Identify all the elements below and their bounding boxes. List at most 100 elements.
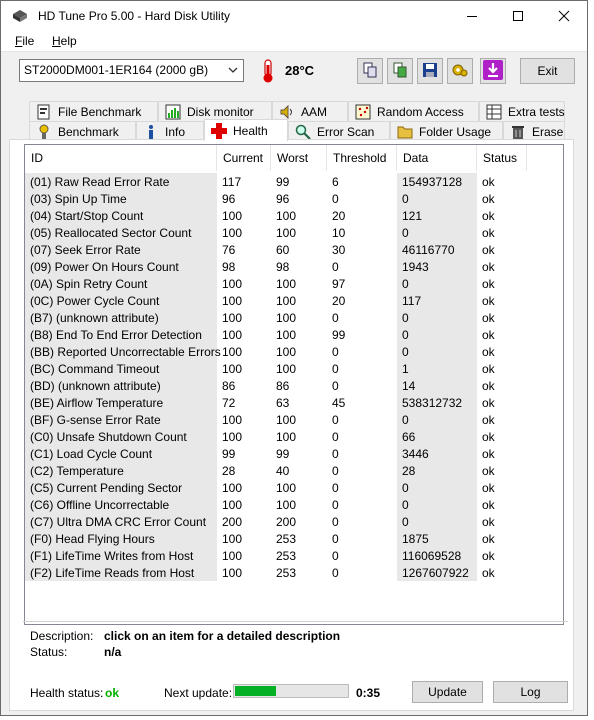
table-cell: 100 — [222, 362, 243, 376]
table-cell: 0 — [332, 192, 339, 206]
options-icon — [451, 62, 469, 81]
table-cell: (B8) End To End Error Detection — [25, 326, 217, 343]
table-row[interactable]: (BB) Reported Uncorrectable Errors 100 100… — [25, 343, 563, 360]
options-button[interactable] — [447, 58, 473, 84]
copy-screenshot-icon — [392, 62, 408, 81]
table-cell: ok — [482, 328, 495, 342]
save-button[interactable] — [417, 58, 443, 84]
table-cell: (F0) Head Flying Hours — [25, 530, 217, 547]
menu-help[interactable]: Help — [52, 34, 77, 48]
tab-erase[interactable]: Erase — [503, 121, 565, 141]
title-bar[interactable]: HD Tune Pro 5.00 - Hard Disk Utility — [1, 1, 587, 31]
exit-button[interactable]: Exit — [520, 58, 575, 84]
tab-label: Benchmark — [58, 124, 119, 139]
tab-health[interactable]: Health — [204, 119, 288, 141]
tab-aam[interactable]: AAM — [272, 101, 348, 121]
close-button[interactable] — [541, 1, 587, 31]
table-row[interactable]: (05) Reallocated Sector Count 100 100 10 0 ok — [25, 224, 563, 241]
tab-file-benchmark[interactable]: File Benchmark — [29, 101, 158, 121]
table-row[interactable]: (BF) G-sense Error Rate 100 100 0 0 ok — [25, 411, 563, 428]
table-cell: 96 — [276, 192, 290, 206]
file-benchmark-icon — [36, 104, 52, 120]
table-cell: 76 — [222, 243, 236, 257]
menu-file[interactable]: File — [15, 34, 34, 48]
update-button[interactable]: Update — [412, 681, 483, 703]
tab-label: Health — [233, 123, 268, 138]
table-cell: (BF) G-sense Error Rate — [25, 411, 217, 428]
table-cell: 6 — [332, 175, 339, 189]
table-row[interactable]: (C2) Temperature 28 40 0 28 ok — [25, 462, 563, 479]
table-cell: 100 — [276, 362, 297, 376]
table-row[interactable]: (C1) Load Cycle Count 99 99 0 3446 ok — [25, 445, 563, 462]
table-row[interactable]: (C0) Unsafe Shutdown Count 100 100 0 66 ok — [25, 428, 563, 445]
table-cell: 99 — [276, 175, 290, 189]
table-cell: (C7) Ultra DMA CRC Error Count — [25, 513, 217, 530]
table-row[interactable]: (01) Raw Read Error Rate 117 99 6 154937128 o… — [25, 173, 563, 190]
column-header[interactable]: Data — [397, 145, 477, 171]
folder-icon — [397, 124, 413, 140]
drive-select[interactable]: ST2000DM001-1ER164 (2000 gB) — [19, 59, 244, 82]
copy-screenshot-button[interactable] — [387, 58, 413, 84]
column-header[interactable]: Threshold — [327, 145, 397, 171]
tab-label: Extra tests — [508, 104, 565, 119]
table-cell: 0 — [332, 549, 339, 563]
table-row[interactable]: (F2) LifeTime Reads from Host 100 253 0 1267… — [25, 564, 563, 581]
table-cell: 117 — [222, 175, 242, 189]
table-cell: 100 — [222, 294, 243, 308]
table-row[interactable]: (BD) (unknown attribute) 86 86 0 14 ok — [25, 377, 563, 394]
health-status-value: ok — [105, 686, 120, 700]
save-icon — [422, 62, 438, 81]
table-row[interactable]: (BC) Command Timeout 100 100 0 1 ok — [25, 360, 563, 377]
table-cell: 99 — [276, 447, 290, 461]
column-header[interactable]: Worst — [271, 145, 327, 171]
download-button[interactable] — [480, 58, 506, 84]
maximize-button[interactable] — [495, 1, 541, 31]
table-row[interactable]: (C5) Current Pending Sector 100 100 0 0 ok — [25, 479, 563, 496]
tab-folder-usage[interactable]: Folder Usage — [390, 121, 503, 141]
tab-random-access[interactable]: Random Access — [348, 101, 479, 121]
table-row[interactable]: (BE) Airflow Temperature 72 63 45 538312732 o… — [25, 394, 563, 411]
minimize-button[interactable] — [449, 1, 495, 31]
tab-error-scan[interactable]: Error Scan — [288, 121, 390, 141]
tab-extra-tests[interactable]: Extra tests — [479, 101, 565, 121]
table-cell: 100 — [222, 532, 243, 546]
table-row[interactable]: (09) Power On Hours Count 98 98 0 1943 ok — [25, 258, 563, 275]
app-logo-icon — [12, 9, 28, 26]
table-cell: (BB) Reported Uncorrectable Errors — [25, 343, 221, 360]
table-row[interactable]: (B8) End To End Error Detection 100 100 99 0… — [25, 326, 563, 343]
table-cell: 100 — [222, 226, 243, 240]
table-cell: 200 — [276, 515, 297, 529]
table-cell: 117 — [397, 292, 477, 309]
tab-disk-monitor[interactable]: Disk monitor — [158, 101, 272, 121]
drive-select-value: ST2000DM001-1ER164 (2000 gB) — [24, 63, 209, 77]
column-header[interactable]: Current — [217, 145, 271, 171]
log-button[interactable]: Log — [493, 681, 568, 703]
table-row[interactable]: (F1) LifeTime Writes from Host 100 253 0 116… — [25, 547, 563, 564]
table-cell: ok — [482, 549, 495, 563]
table-row[interactable]: (07) Seek Error Rate 76 60 30 46116770 ok — [25, 241, 563, 258]
status-label: Status: — [30, 645, 68, 659]
table-cell: 0 — [332, 464, 339, 478]
table-cell: ok — [482, 277, 495, 291]
smart-table[interactable]: ID Current Worst Threshold Data Status (01) R… — [24, 144, 564, 625]
copy-button[interactable] — [357, 58, 383, 84]
table-row[interactable]: (0A) Spin Retry Count 100 100 97 0 ok — [25, 275, 563, 292]
column-header[interactable]: ID — [25, 145, 217, 171]
column-header[interactable]: Status — [477, 145, 527, 171]
description-label: Description: — [30, 629, 94, 643]
table-row[interactable]: (C7) Ultra DMA CRC Error Count 200 200 0 0 ok — [25, 513, 563, 530]
table-cell: 86 — [276, 379, 290, 393]
table-row[interactable]: (03) Spin Up Time 96 96 0 0 ok — [25, 190, 563, 207]
tab-info[interactable]: Info — [136, 121, 204, 141]
table-cell: ok — [482, 175, 495, 189]
table-row[interactable]: (0C) Power Cycle Count 100 100 20 117 ok — [25, 292, 563, 309]
table-row[interactable]: (04) Start/Stop Count 100 100 20 121 ok — [25, 207, 563, 224]
extra-tests-icon — [486, 104, 502, 120]
table-cell: 0 — [397, 496, 477, 513]
table-row[interactable]: (B7) (unknown attribute) 100 100 0 0 ok — [25, 309, 563, 326]
table-row[interactable]: (C6) Offline Uncorrectable 100 100 0 0 ok — [25, 496, 563, 513]
table-cell: 0 — [397, 326, 477, 343]
tab-benchmark[interactable]: Benchmark — [29, 121, 136, 141]
table-cell: 0 — [332, 311, 339, 325]
table-row[interactable]: (F0) Head Flying Hours 100 253 0 1875 ok — [25, 530, 563, 547]
